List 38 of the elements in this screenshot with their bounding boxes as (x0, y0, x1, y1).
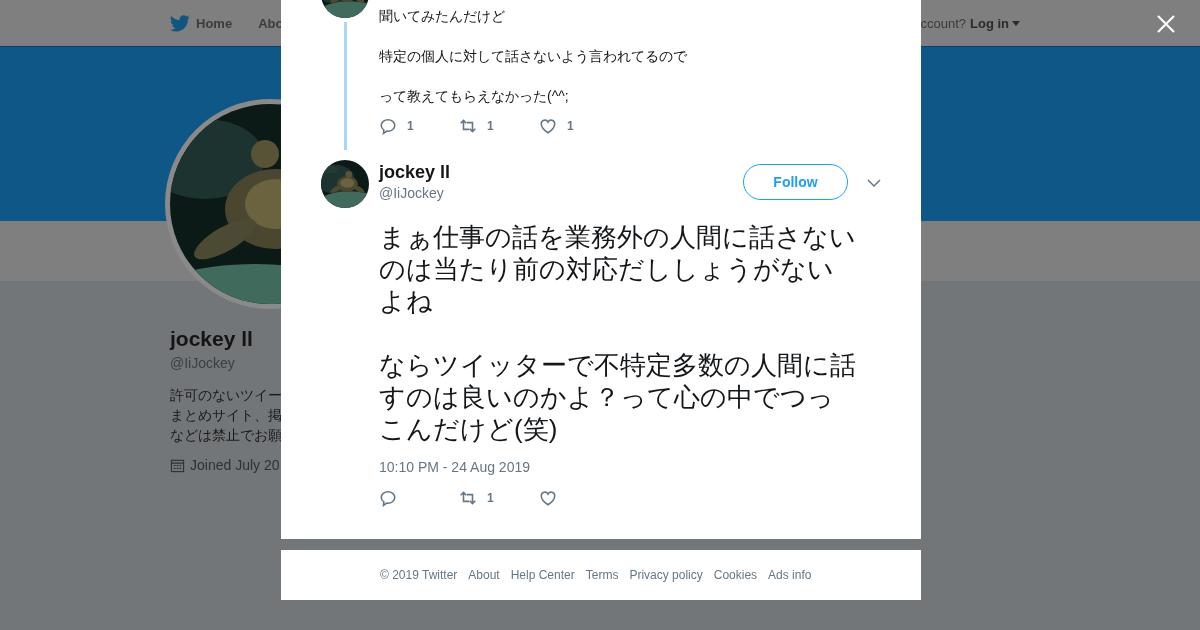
reply-icon[interactable] (379, 117, 397, 135)
close-icon[interactable] (1157, 15, 1175, 33)
action-count: 1 (407, 119, 414, 133)
action-count: 1 (567, 119, 574, 133)
follow-button[interactable]: Follow (743, 164, 848, 200)
nav-link[interactable]: Home (170, 14, 233, 32)
action-count: 1 (487, 491, 494, 505)
profile-handle: @IiJockey (170, 355, 235, 371)
joined-date: Joined July 20 (190, 457, 280, 473)
tweet-timestamp[interactable]: 10:10 PM - 24 Aug 2019 (379, 459, 881, 475)
account-prompt: ccount? (920, 15, 966, 31)
chevron-down-icon[interactable] (867, 179, 881, 187)
bio-text: などは禁止でお願 (170, 426, 282, 445)
profile-name: jockey ll (170, 327, 253, 351)
caret-icon (1012, 20, 1020, 26)
retweet-icon[interactable] (459, 489, 477, 507)
footer-link[interactable]: Cookies (713, 568, 758, 582)
footer-link[interactable]: Privacy policy (629, 568, 703, 582)
user-handle[interactable]: @IiJockey (379, 185, 743, 201)
user-avatar[interactable] (321, 160, 369, 208)
calendar-icon (170, 457, 185, 473)
reply-icon[interactable] (379, 489, 397, 507)
login-link[interactable]: Log in (970, 15, 1020, 31)
bird-logo-icon (170, 14, 190, 32)
tweet-text: まぁ仕事の話を業務外の人間に話さない のは当たり前の対応だししょうがない よね ならツイッターで不特定多数の人間に話 すのは良いのかよ？って心の中でつっ こんだけど(笑) (379, 221, 857, 445)
user-name[interactable]: jockey ll (379, 162, 743, 183)
footer-link[interactable]: Terms (585, 568, 619, 582)
footer-link[interactable]: Ads info (768, 568, 812, 582)
footer-link[interactable]: About (468, 568, 500, 582)
bio-text: 許可のないツイー (170, 386, 282, 405)
copyright-text: © 2019 Twitter (380, 568, 458, 582)
retweet-icon[interactable] (459, 117, 477, 135)
footer-link[interactable]: Help Center (510, 568, 575, 582)
action-count: 1 (487, 119, 494, 133)
tweet-text: 聞いてみたんだけど 特定の個人に対して話さないよう言われてるので って教えてもらえなかった(^^; (379, 7, 687, 106)
bio-text: まとめサイト、掲 (170, 406, 282, 425)
heart-icon[interactable] (539, 117, 557, 135)
heart-icon[interactable] (539, 489, 557, 507)
